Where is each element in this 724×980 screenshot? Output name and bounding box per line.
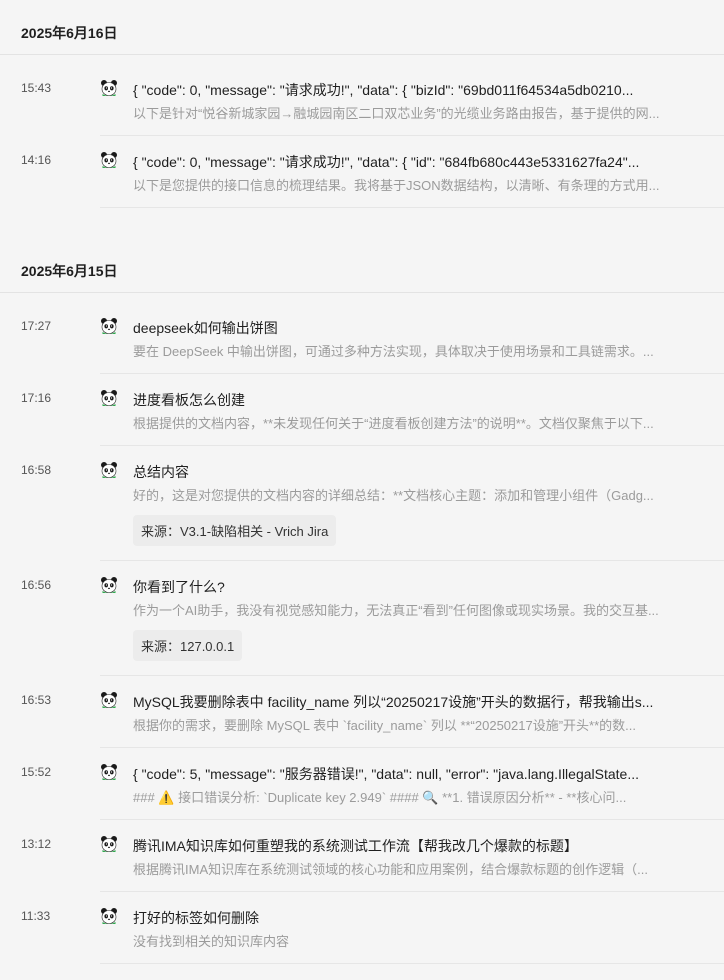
conversation-time: 15:43 bbox=[21, 81, 52, 95]
panda-avatar-icon bbox=[100, 763, 118, 781]
source-tag[interactable]: 来源：V3.1-缺陷相关 - Vrich Jira bbox=[133, 515, 337, 546]
conversation-summary: 要在 DeepSeek 中输出饼图，可通过多种方法实现，具体取决于使用场景和工具… bbox=[133, 344, 654, 359]
panda-avatar-icon bbox=[100, 691, 118, 709]
conversation-title: 你看到了什么? bbox=[133, 579, 225, 595]
conversation-item[interactable]: 16:58 总结内容好的，这是对您提供的文档内容的详细总结：**文档核心主题：添加… bbox=[21, 446, 724, 561]
conversation-time: 17:16 bbox=[21, 391, 52, 405]
panda-avatar-icon bbox=[100, 576, 118, 594]
conversation-list: 15:43 { "code": 0, "message": "请求成功!", "d… bbox=[0, 55, 724, 208]
conversation-title: 腾讯IMA知识库如何重塑我的系统测试工作流【帮我改几个爆款的标题】 bbox=[133, 838, 578, 854]
source-tag[interactable]: 来源：127.0.0.1 bbox=[133, 630, 243, 661]
conversation-summary: 没有找到相关的知识库内容 bbox=[133, 934, 290, 949]
conversation-time: 16:58 bbox=[21, 463, 52, 477]
panda-avatar-icon bbox=[100, 317, 118, 335]
panda-avatar-icon bbox=[100, 907, 118, 925]
panda-avatar-icon bbox=[100, 79, 118, 97]
conversation-summary: 以下是您提供的接口信息的梳理结果。我将基于JSON数据结构，以清晰、有条理的方式… bbox=[133, 178, 660, 193]
conversation-title: deepseek如何输出饼图 bbox=[133, 320, 278, 336]
panda-avatar-icon bbox=[100, 151, 118, 169]
conversation-item[interactable]: 16:56 你看到了什么? 作为一个AI助手，我没有视觉感知能力，无法真正“看到”任… bbox=[21, 561, 724, 676]
conversation-list: 17:27 deepseek如何输出饼图要在 DeepSeek 中输出饼图，可通过… bbox=[0, 293, 724, 964]
conversation-time: 17:27 bbox=[21, 319, 52, 333]
date-group: 2025年6月15日 17:27 deepseek如何输出饼图要在 DeepSeek… bbox=[0, 238, 724, 972]
conversation-time: 15:52 bbox=[21, 765, 52, 779]
conversation-summary: 好的，这是对您提供的文档内容的详细总结：**文档核心主题：添加和管理小组件（Ga… bbox=[133, 488, 654, 503]
conversation-time: 16:56 bbox=[21, 578, 52, 592]
conversation-time: 16:53 bbox=[21, 693, 52, 707]
conversation-summary: 根据你的需求，要删除 MySQL 表中 `facility_name` 列以 *… bbox=[133, 718, 637, 733]
conversation-item[interactable]: 15:43 { "code": 0, "message": "请求成功!", "d… bbox=[21, 64, 724, 136]
conversation-time: 11:33 bbox=[21, 909, 51, 923]
conversation-title: 打好的标签如何删除 bbox=[133, 910, 259, 926]
conversation-item[interactable]: 14:16 { "code": 0, "message": "请求成功!", "d… bbox=[21, 136, 724, 208]
conversation-item[interactable]: 11:33 打好的标签如何删除没有找到相关的知识库内容 bbox=[21, 892, 724, 964]
conversation-title: 总结内容 bbox=[133, 464, 189, 480]
conversation-summary: 以下是针对“悦谷新城家园→融城园南区二口双芯业务”的光缆业务路由报告，基于提供的… bbox=[133, 106, 660, 121]
conversation-item[interactable]: 15:52 { "code": 5, "message": "服务器错误!", "… bbox=[21, 748, 724, 820]
conversation-summary: 根据提供的文档内容，**未发现任何关于“进度看板创建方法”的说明**。文档仅聚焦… bbox=[133, 416, 654, 431]
conversation-time: 13:12 bbox=[21, 837, 52, 851]
conversation-summary: 作为一个AI助手，我没有视觉感知能力，无法真正“看到”任何图像或现实场景。我的交… bbox=[133, 603, 659, 618]
conversation-title: 进度看板怎么创建 bbox=[133, 392, 245, 408]
conversation-time: 14:16 bbox=[21, 153, 52, 167]
panda-avatar-icon bbox=[100, 461, 118, 479]
date-group: 2025年6月16日 15:43 { "code": 0, "message": "… bbox=[0, 0, 724, 216]
conversation-item[interactable]: 17:27 deepseek如何输出饼图要在 DeepSeek 中输出饼图，可通过… bbox=[21, 302, 724, 374]
conversation-item[interactable]: 17:16 进度看板怎么创建根据提供的文档内容，**未发现任何关于“进度看板创建方… bbox=[21, 374, 724, 446]
chat-history-page: 2025年6月16日 15:43 { "code": 0, "message": "… bbox=[0, 0, 724, 980]
conversation-title: { "code": 5, "message": "服务器错误!", "data"… bbox=[133, 766, 639, 782]
conversation-summary: ### ⚠️ 接口错误分析: `Duplicate key 2.949` ###… bbox=[133, 790, 627, 805]
conversation-item[interactable]: 16:53 MySQL我要删除表中 facility_name 列以“202502… bbox=[21, 676, 724, 748]
conversation-title: MySQL我要删除表中 facility_name 列以“20250217设施”… bbox=[133, 694, 654, 710]
panda-avatar-icon bbox=[100, 389, 118, 407]
conversation-title: { "code": 0, "message": "请求成功!", "data":… bbox=[133, 154, 640, 170]
conversation-item[interactable]: 13:12 腾讯IMA知识库如何重塑我的系统测试工作流【帮我改几个爆款的标题】根据… bbox=[21, 820, 724, 892]
date-header: 2025年6月15日 bbox=[0, 238, 724, 293]
conversation-summary: 根据腾讯IMA知识库在系统测试领域的核心功能和应用案例，结合爆款标题的创作逻辑（… bbox=[133, 862, 648, 877]
date-header: 2025年6月16日 bbox=[0, 0, 724, 55]
panda-avatar-icon bbox=[100, 835, 118, 853]
conversation-title: { "code": 0, "message": "请求成功!", "data":… bbox=[133, 82, 634, 98]
